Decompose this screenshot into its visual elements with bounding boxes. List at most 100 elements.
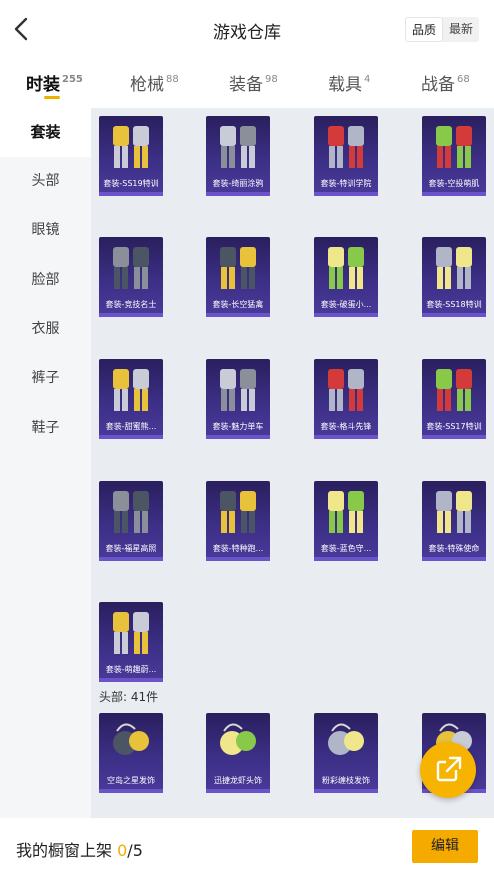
item-thumbnail — [328, 247, 364, 289]
item-thumbnail — [436, 369, 472, 411]
showcase-label: 我的橱窗上架 — [16, 841, 113, 860]
set-item-tile[interactable]: 套装-蓝色守... — [314, 481, 378, 561]
tab-count: 4 — [364, 74, 371, 85]
category-tabs: 时装 255 枪械 88 装备 98 载具 4 战备 68 — [0, 58, 494, 108]
head-item-tile[interactable]: 粉彩缠枝发饰 — [314, 713, 378, 793]
item-name: 套装-特殊使命 — [428, 544, 480, 553]
set-item-tile[interactable]: 套装-破蛋小... — [314, 237, 378, 317]
sidebar-item-shoes[interactable]: 鞋子 — [0, 404, 91, 453]
item-name: 套装-格斗先锋 — [320, 422, 372, 431]
sidebar-item-face[interactable]: 脸部 — [0, 256, 91, 305]
item-rarity-bar — [206, 435, 270, 439]
head-section-label: 头部: 41件 — [99, 690, 159, 704]
item-rarity-bar — [99, 678, 163, 682]
head-item-tile[interactable]: 迅捷龙虾头饰 — [206, 713, 270, 793]
sidebar-item-glasses[interactable]: 眼镜 — [0, 206, 91, 255]
item-thumbnail — [220, 247, 256, 289]
item-name: 套装-空投萌肌 — [428, 179, 480, 188]
tab-label: 时装 — [26, 75, 60, 95]
edit-button[interactable]: 编辑 — [412, 830, 478, 863]
item-rarity-bar — [99, 192, 163, 196]
tab-fashion[interactable]: 时装 255 — [26, 70, 83, 99]
item-rarity-bar — [206, 192, 270, 196]
share-icon — [436, 756, 462, 782]
set-item-tile[interactable]: 套装-甜蜜熊... — [99, 359, 163, 439]
item-thumbnail — [220, 723, 256, 755]
set-item-tile[interactable]: 套装-格斗先锋 — [314, 359, 378, 439]
set-item-tile[interactable]: 套装-竞技名士 — [99, 237, 163, 317]
item-rarity-bar — [314, 789, 378, 793]
sort-toggle: 品质 最新 — [405, 17, 479, 42]
set-item-tile[interactable]: 套装-魅力单车 — [206, 359, 270, 439]
item-thumbnail — [220, 491, 256, 533]
sort-latest-button[interactable]: 最新 — [443, 17, 479, 42]
item-name: 套装-魅力单车 — [212, 422, 264, 431]
item-thumbnail — [328, 126, 364, 168]
sidebar-item-head[interactable]: 头部 — [0, 157, 91, 206]
tab-equipment[interactable]: 装备 98 — [229, 70, 278, 95]
item-name: 粉彩缠枝发饰 — [322, 776, 370, 785]
item-thumbnail — [436, 126, 472, 168]
set-item-tile[interactable]: 套装-SS19特训 — [99, 116, 163, 196]
item-rarity-bar — [422, 557, 486, 561]
tab-firearms[interactable]: 枪械 88 — [130, 70, 179, 95]
item-rarity-bar — [99, 557, 163, 561]
item-thumbnail — [220, 369, 256, 411]
item-thumbnail — [113, 247, 149, 289]
item-rarity-bar — [314, 192, 378, 196]
share-button[interactable] — [420, 742, 476, 798]
item-name: 套装-福星高照 — [105, 544, 157, 553]
item-rarity-bar — [422, 435, 486, 439]
tab-count: 255 — [62, 74, 83, 85]
set-item-tile[interactable]: 套装-萌趣蔚... — [99, 602, 163, 682]
item-thumbnail — [113, 369, 149, 411]
tab-label: 枪械 — [130, 75, 164, 95]
item-rarity-bar — [314, 435, 378, 439]
item-thumbnail — [436, 247, 472, 289]
item-thumbnail — [328, 369, 364, 411]
tab-count: 88 — [166, 74, 179, 85]
item-rarity-bar — [314, 557, 378, 561]
item-name: 套装-绮丽涂鸦 — [212, 179, 264, 188]
set-item-tile[interactable]: 套装-绮丽涂鸦 — [206, 116, 270, 196]
set-item-tile[interactable]: 套装-空投萌肌 — [422, 116, 486, 196]
item-name: 套装-长空猛禽 — [212, 300, 264, 309]
tab-supplies[interactable]: 战备 68 — [421, 70, 470, 95]
set-item-tile[interactable]: 套装-SS17特训 — [422, 359, 486, 439]
sidebar-item-sets[interactable]: 套装 — [0, 108, 91, 157]
set-item-tile[interactable]: 套装-福星高照 — [99, 481, 163, 561]
set-item-tile[interactable]: 套装-特种跑... — [206, 481, 270, 561]
head-item-tile[interactable]: 空岛之星发饰 — [99, 713, 163, 793]
sidebar-item-clothes[interactable]: 衣服 — [0, 305, 91, 354]
sidebar: 套装 头部 眼镜 脸部 衣服 裤子 鞋子 — [0, 108, 91, 818]
sort-quality-button[interactable]: 品质 — [405, 17, 443, 42]
showcase-status: 我的橱窗上架 0/5 — [16, 837, 143, 861]
set-item-tile[interactable]: 套装-长空猛禽 — [206, 237, 270, 317]
item-name: 套装-SS18特训 — [426, 300, 482, 309]
item-rarity-bar — [206, 789, 270, 793]
sidebar-item-pants[interactable]: 裤子 — [0, 354, 91, 403]
item-name: 套装-SS17特训 — [426, 422, 482, 431]
item-name: 套装-萌趣蔚... — [105, 665, 157, 674]
item-rarity-bar — [422, 313, 486, 317]
item-rarity-bar — [99, 313, 163, 317]
tab-count: 98 — [265, 74, 278, 85]
item-rarity-bar — [422, 192, 486, 196]
set-item-tile[interactable]: 套装-特殊使命 — [422, 481, 486, 561]
tab-vehicles[interactable]: 载具 4 — [328, 70, 370, 95]
set-item-tile[interactable]: 套装-特训学院 — [314, 116, 378, 196]
header: 游戏仓库 品质 最新 — [0, 0, 494, 58]
tab-label: 战备 — [421, 75, 455, 95]
item-rarity-bar — [99, 789, 163, 793]
active-tab-indicator — [44, 96, 60, 99]
item-thumbnail — [113, 491, 149, 533]
set-item-tile[interactable]: 套装-SS18特训 — [422, 237, 486, 317]
item-name: 迅捷龙虾头饰 — [214, 776, 262, 785]
item-thumbnail — [113, 612, 149, 654]
item-name: 套装-特种跑... — [212, 544, 264, 553]
item-name: 套装-竞技名士 — [105, 300, 157, 309]
showcase-count: 0 — [117, 841, 128, 860]
item-name: 套装-蓝色守... — [320, 544, 372, 553]
item-thumbnail — [436, 491, 472, 533]
item-name: 套装-特训学院 — [320, 179, 372, 188]
